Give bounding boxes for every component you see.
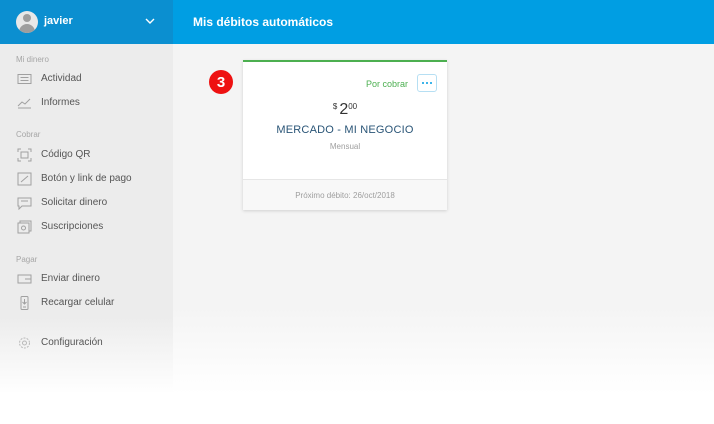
more-options-button[interactable] [417,74,437,92]
sidebar-item-configuracion[interactable]: Configuración [0,332,173,354]
sidebar-item-informes[interactable]: Informes [0,92,173,114]
sidebar-item-label: Recargar celular [41,297,115,308]
automatic-debit-card[interactable]: Por cobrar $200 MERCADO - MI NEGOCIO Men… [243,60,447,210]
status-badge: Por cobrar [365,79,408,89]
sidebar-item-boton-link-pago[interactable]: Botón y link de pago [0,168,173,190]
amount-decimals: 00 [348,102,358,111]
qr-code-icon [17,148,32,162]
sidebar-item-enviar-dinero[interactable]: Enviar dinero [0,268,173,290]
debit-amount: $200 [243,101,447,119]
dot-icon [426,82,428,84]
user-menu[interactable]: javier [0,0,173,44]
sidebar-item-recargar-celular[interactable]: Recargar celular [0,292,173,314]
dot-icon [430,82,432,84]
reports-icon [17,98,31,109]
sidebar-item-suscripciones[interactable]: Suscripciones [0,216,173,238]
payment-link-icon [17,172,32,186]
sidebar-item-label: Suscripciones [41,221,104,232]
section-label-cobrar: Cobrar [16,130,41,139]
step-badge: 3 [209,70,233,94]
sidebar-item-label: Código QR [41,149,91,160]
dot-icon [422,82,424,84]
next-debit-date: Próximo débito: 26/oct/2018 [243,179,447,210]
gear-icon [19,337,30,349]
sidebar-item-codigo-qr[interactable]: Código QR [0,144,173,166]
sidebar-item-label: Botón y link de pago [41,173,132,184]
section-label-mi-dinero: Mi dinero [16,55,49,64]
amount-integer: 2 [339,101,349,118]
sidebar-item-label: Actividad [41,73,82,84]
activity-icon [17,74,32,84]
sidebar-item-label: Enviar dinero [41,273,100,284]
user-name: javier [44,15,73,27]
sidebar: Mi dinero Actividad Informes Cobrar Códi… [0,44,173,394]
merchant-name: MERCADO - MI NEGOCIO [276,124,414,136]
phone-recharge-icon [20,296,29,310]
subscriptions-icon [17,220,32,234]
request-money-icon [17,197,32,210]
sidebar-item-label: Configuración [41,337,103,348]
page-title: Mis débitos automáticos [193,15,334,29]
send-money-icon [17,274,32,284]
sidebar-item-solicitar-dinero[interactable]: Solicitar dinero [0,192,173,214]
sidebar-item-actividad[interactable]: Actividad [0,68,173,90]
avatar-icon [16,11,38,33]
section-label-pagar: Pagar [16,255,38,264]
sidebar-item-label: Informes [41,97,80,108]
debit-frequency: Mensual [329,142,361,151]
sidebar-item-label: Solicitar dinero [41,197,108,208]
currency-symbol: $ [332,102,338,111]
chevron-down-icon[interactable] [143,14,157,28]
